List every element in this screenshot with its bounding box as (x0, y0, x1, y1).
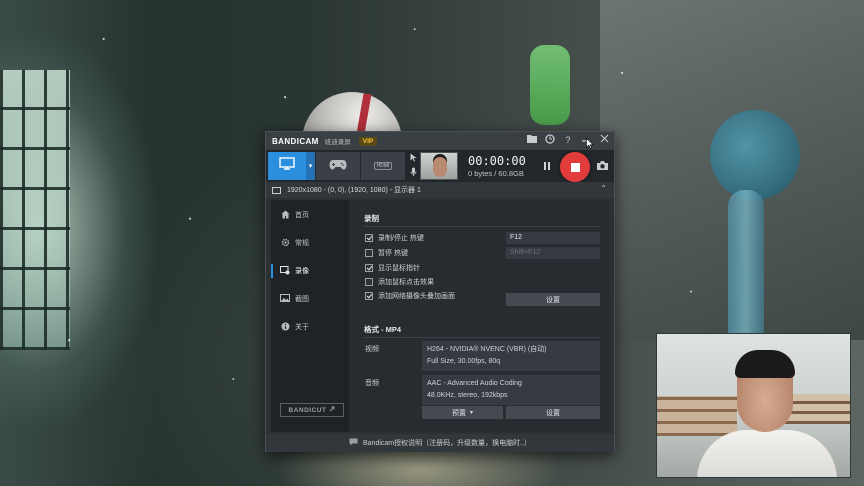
pause-hotkey-option[interactable]: 暂停 热键 (365, 247, 408, 259)
show-cursor-option[interactable]: 显示鼠标指针 (365, 262, 420, 274)
sidebar-item-home[interactable]: 首页 (271, 206, 346, 224)
preset-button[interactable]: 预置 ▾ (422, 406, 503, 419)
option-label: 录制/停止 热键 (378, 235, 424, 242)
record-section-title: 录制 (364, 214, 379, 223)
close-icon[interactable] (598, 134, 610, 146)
sidebar-item-label: 截图 (295, 296, 309, 303)
format-section-title: 格式 - MP4 (364, 325, 402, 334)
image-icon (280, 294, 290, 304)
file-size-readout: 0 bytes / 60.8GB (468, 169, 524, 178)
video-format-label: 视频 (365, 346, 379, 353)
bandicut-link[interactable]: BANDICUT (280, 403, 344, 417)
sidebar-item-label: 录像 (295, 268, 309, 275)
chevron-down-icon: ▾ (469, 410, 473, 416)
app-subtitle: 班迪录屏 (324, 139, 351, 146)
video-icon (280, 266, 290, 276)
webcam-overlay-option[interactable]: 添加网络摄像头叠加画面 (365, 290, 455, 302)
sidebar-item-about[interactable]: 关于 (271, 318, 346, 336)
game-record-mode-button[interactable] (316, 152, 360, 180)
camera-icon[interactable] (596, 160, 610, 172)
stop-icon (570, 162, 580, 172)
chevron-up-icon[interactable]: ⌃ (600, 184, 607, 193)
hdmi-icon: HDMI (373, 162, 393, 170)
sidebar-item-label: 首页 (295, 212, 309, 219)
audio-format-box: AAC - Advanced Audio Coding 48.0KHz, ste… (422, 375, 600, 405)
click-effect-option[interactable]: 添加鼠标点击效果 (365, 276, 434, 288)
pause-icon-bar (548, 162, 550, 170)
sidebar: 首页 常规 录像 截图 关于 BANDICUT (271, 200, 346, 432)
bandicam-logo: BANDICAM (272, 136, 319, 146)
chevron-down-icon: ▾ (308, 163, 313, 170)
option-label: 暂停 热键 (378, 250, 408, 257)
sidebar-item-label: 关于 (295, 324, 309, 331)
status-bar[interactable]: Bandicam授权说明（注册码，升级数量，换电脑时..） (266, 434, 614, 452)
record-settings-button[interactable]: 设置 (506, 293, 600, 306)
section-divider (364, 226, 600, 227)
chat-icon (349, 438, 358, 448)
click-effect-checkbox[interactable] (365, 278, 373, 286)
video-format-box: H264 - NVIDIA® NVENC (VBR) (自动) Full Siz… (422, 341, 600, 371)
preset-button-label: 预置 (451, 409, 466, 417)
record-stop-hotkey-checkbox[interactable] (365, 234, 373, 242)
capture-target-text: 1920x1080 - (0, 0), (1920, 1080) - 显示器 1 (287, 187, 421, 194)
webcam-preview-thumbnail[interactable] (420, 152, 458, 180)
sidebar-item-screenshot[interactable]: 截图 (271, 290, 346, 308)
webcam-person-hair (735, 350, 795, 378)
format-settings-button[interactable]: 设置 (506, 406, 600, 419)
folder-icon[interactable] (526, 134, 538, 146)
sidebar-item-label: 常规 (295, 240, 309, 247)
record-stop-hotkey-option[interactable]: 录制/停止 热键 (365, 232, 424, 244)
record-stop-button[interactable] (560, 152, 590, 182)
bandicam-window: BANDICAM 班迪录屏 VIP ? ▾ HDMI 00:00:00 0 by… (265, 131, 615, 452)
webcam-shelf (657, 396, 737, 436)
external-link-icon (329, 406, 335, 414)
show-cursor-checkbox[interactable] (365, 264, 373, 272)
target-rect-icon (272, 186, 281, 194)
gamepad-icon (329, 157, 347, 175)
mouse-cursor-icon (586, 136, 595, 154)
option-label: 添加鼠标点击效果 (378, 279, 434, 286)
home-icon (280, 210, 290, 220)
capture-target-bar[interactable]: 1920x1080 - (0, 0), (1920, 1080) - 显示器 1… (266, 182, 614, 198)
microphone-icon[interactable] (410, 167, 417, 179)
input-controls (408, 153, 418, 179)
screen-record-mode-button[interactable] (268, 152, 306, 180)
pause-icon-bar (544, 162, 546, 170)
help-icon[interactable]: ? (562, 134, 574, 146)
sidebar-item-video[interactable]: 录像 (271, 262, 346, 280)
vip-badge[interactable]: VIP (358, 136, 378, 146)
info-icon (280, 322, 290, 332)
sidebar-item-general[interactable]: 常规 (271, 234, 346, 252)
device-record-mode-button[interactable]: HDMI (361, 152, 405, 180)
main-toolbar: ▾ HDMI 00:00:00 0 bytes / 60.8GB (266, 150, 614, 182)
pause-button[interactable] (540, 159, 554, 173)
gear-icon (280, 238, 290, 248)
record-stop-hotkey-field[interactable]: F12 (506, 232, 600, 244)
recording-timer: 00:00:00 (468, 154, 526, 168)
audio-format-label: 音频 (365, 380, 379, 387)
webcam-person-body (697, 430, 837, 477)
webcam-overlay[interactable] (656, 333, 851, 478)
video-quality-text: Full Size, 30.00fps, 80q (427, 358, 501, 365)
monitor-icon (279, 157, 295, 175)
pause-hotkey-field[interactable]: Shift+F12 (506, 247, 600, 259)
settings-content: 首页 常规 录像 截图 关于 BANDICUT 录制 录制/停止 热键 F12 … (271, 200, 609, 432)
option-label: 显示鼠标指针 (378, 265, 420, 272)
video-codec-text: H264 - NVIDIA® NVENC (VBR) (自动) (427, 346, 547, 353)
license-info-link[interactable]: Bandicam授权说明（注册码，升级数量，换电脑时..） (363, 438, 531, 448)
pause-hotkey-checkbox[interactable] (365, 249, 373, 257)
bandicut-label: BANDICUT (288, 406, 327, 414)
section-divider (364, 337, 600, 338)
webcam-overlay-checkbox[interactable] (365, 292, 373, 300)
cursor-arrow-icon[interactable] (410, 153, 417, 164)
option-label: 添加网络摄像头叠加画面 (378, 293, 455, 300)
clock-icon[interactable] (544, 134, 556, 146)
video-settings-panel: 录制 录制/停止 热键 F12 暂停 热键 Shift+F12 显示鼠标指针 添… (349, 200, 609, 432)
audio-codec-text: AAC - Advanced Audio Coding (427, 380, 522, 387)
audio-quality-text: 48.0KHz, stereo, 192kbps (427, 392, 508, 399)
title-bar[interactable]: BANDICAM 班迪录屏 VIP ? (266, 132, 614, 150)
screen-mode-dropdown[interactable]: ▾ (306, 152, 315, 180)
